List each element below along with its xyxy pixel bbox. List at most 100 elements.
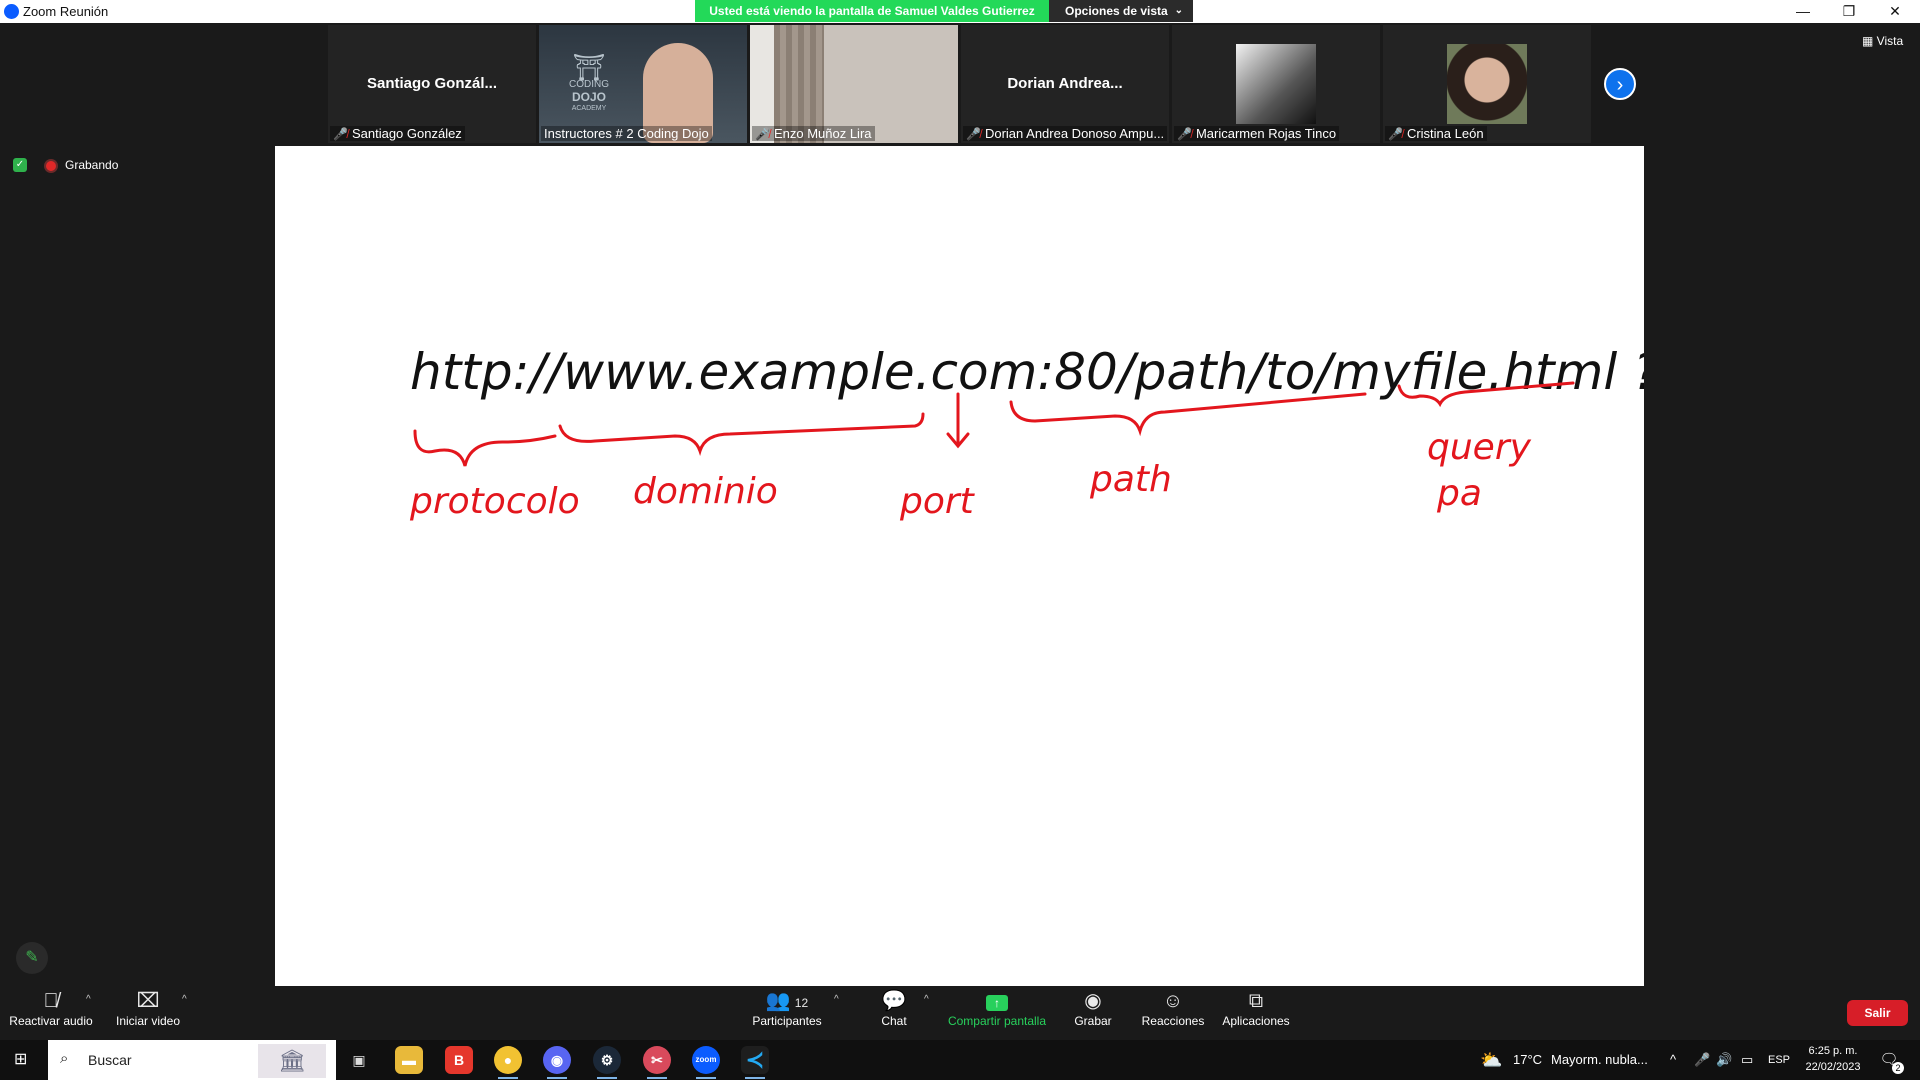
weather-icon[interactable]: ⛅ — [1480, 1040, 1502, 1080]
participant-tile[interactable]: Santiago Gonzál... 🎤̸ Santiago González — [328, 25, 536, 143]
participant-name-bar: 🎤̸ Maricarmen Rojas Tinco — [1174, 126, 1340, 141]
notification-center-icon[interactable]: 🗨 2 — [1878, 1050, 1904, 1074]
participant-name-bar: Instructores # 2 Coding Dojo — [541, 126, 712, 141]
participant-name: Santiago González — [351, 126, 462, 141]
chat-options-caret[interactable]: ^ — [924, 994, 929, 1005]
whiteboard-canvas: http://www.example.com:80/path/to/myfile… — [409, 343, 1644, 522]
share-icon-wrap: ↑ — [944, 988, 1050, 1014]
participants-button[interactable]: 👥 12 Participantes ^ — [745, 988, 838, 1028]
participant-name-bar: 🎤̸ Cristina León — [1385, 126, 1487, 141]
muted-mic-icon: 🎤̸ — [755, 127, 770, 141]
logo-text-big: DOJO — [571, 90, 606, 104]
audio-options-caret[interactable]: ^ — [86, 994, 91, 1005]
participant-tile[interactable]: 🎤̸ Enzo Muñoz Lira — [750, 25, 958, 143]
clock-date: 22/02/2023 — [1805, 1061, 1861, 1073]
participant-name-bar: 🎤̸ Enzo Muñoz Lira — [752, 126, 875, 141]
view-button-label: Vista — [1876, 34, 1904, 48]
taskbar-search-placeholder: Buscar — [88, 1052, 132, 1068]
participant-filmstrip: Santiago Gonzál... 🎤̸ Santiago González ⛩… — [328, 25, 1592, 143]
unmute-audio-label: Reactivar audio — [9, 1014, 93, 1028]
muted-mic-icon: 🎤̸ — [1388, 127, 1403, 141]
unmute-audio-button[interactable]: 🎙̸ Reactivar audio ^ — [6, 988, 96, 1028]
label-query-params: pa — [1436, 473, 1482, 514]
microphone-tray-icon[interactable]: 🎤 — [1694, 1040, 1710, 1080]
label-dominio: dominio — [633, 471, 778, 512]
chat-button[interactable]: 💬 Chat ^ — [874, 988, 928, 1028]
chevron-right-icon: › — [1616, 74, 1624, 96]
search-highlight-image: 🏛 — [258, 1044, 326, 1078]
apps-label: Aplicaciones — [1222, 1014, 1290, 1028]
taskbar-search-box[interactable]: ⌕ Buscar 🏛 — [48, 1040, 336, 1080]
domain-brace — [558, 412, 925, 457]
participant-name: Maricarmen Rojas Tinco — [1195, 126, 1337, 141]
muted-mic-icon: 🎤̸ — [966, 127, 981, 141]
weather-description[interactable]: Mayorm. nubla... — [1551, 1040, 1648, 1080]
participant-name: Cristina León — [1406, 126, 1484, 141]
label-query: query — [1427, 427, 1532, 468]
next-page-button[interactable]: › — [1604, 68, 1636, 100]
participants-options-caret[interactable]: ^ — [834, 994, 839, 1005]
steam-icon[interactable]: ⚙ — [593, 1046, 621, 1079]
close-window-button[interactable]: ✕ — [1872, 0, 1918, 22]
vscode-icon[interactable]: ≺ — [741, 1046, 769, 1079]
view-options-label: Opciones de vista — [1065, 4, 1168, 18]
coding-dojo-logo: ⛩ CODING DOJO ACADEMY — [567, 54, 611, 112]
chrome-icon[interactable]: ● — [494, 1046, 522, 1079]
taskbar-clock[interactable]: 6:25 p. m. 22/02/2023 — [1800, 1043, 1866, 1075]
windows-start-icon[interactable]: ⊞ — [14, 1052, 30, 1068]
share-screen-icon: ↑ — [986, 995, 1008, 1011]
leave-meeting-button[interactable]: Salir — [1847, 1000, 1908, 1026]
label-path: path — [1089, 459, 1172, 500]
input-language[interactable]: ESP — [1768, 1040, 1790, 1080]
grid-icon: ▦ — [1862, 34, 1877, 48]
reactions-label: Reacciones — [1141, 1014, 1205, 1028]
muted-mic-icon: 🎤̸ — [333, 127, 348, 141]
view-button[interactable]: ▦ Vista — [1862, 34, 1903, 48]
minimize-button[interactable]: — — [1780, 0, 1826, 22]
annotate-pen-button[interactable]: ✎ — [16, 942, 48, 974]
reactions-button[interactable]: ☺ Reacciones — [1140, 988, 1206, 1028]
task-view-icon[interactable]: ▣ — [345, 1046, 373, 1074]
start-video-button[interactable]: ⌧ Iniciar video ^ — [110, 988, 187, 1028]
participant-display-name: Santiago Gonzál... — [366, 75, 497, 92]
label-port: port — [899, 481, 976, 522]
file-explorer-icon[interactable]: ▬ — [395, 1046, 423, 1074]
share-screen-button[interactable]: ↑ Compartir pantalla — [944, 988, 1050, 1028]
zoom-taskbar-icon[interactable]: zoom — [692, 1046, 720, 1079]
search-icon: ⌕ — [60, 1050, 69, 1067]
participant-tile[interactable]: 🎤̸ Cristina León — [1383, 25, 1591, 143]
participant-name: Enzo Muñoz Lira — [773, 126, 872, 141]
view-options-button[interactable]: Opciones de vista ⌄ — [1049, 0, 1193, 22]
share-screen-label: Compartir pantalla — [947, 1014, 1047, 1028]
muted-mic-icon: 🎙̸ — [43, 990, 59, 1012]
video-options-caret[interactable]: ^ — [182, 994, 187, 1005]
participant-tile-active-speaker[interactable]: ⛩ CODING DOJO ACADEMY Instructores # 2 C… — [539, 25, 747, 143]
apps-icon: ⧉ — [1248, 990, 1264, 1012]
tray-overflow-chevron-icon[interactable]: ^ — [1670, 1040, 1676, 1080]
restore-button[interactable]: ❐ — [1826, 0, 1872, 22]
weather-temperature[interactable]: 17°C — [1513, 1040, 1542, 1080]
record-button[interactable]: ◉ Grabar — [1069, 988, 1117, 1028]
network-icon[interactable]: ▭ — [1741, 1040, 1753, 1080]
snipping-tool-icon[interactable]: ✂ — [643, 1046, 671, 1079]
participant-name: Instructores # 2 Coding Dojo — [544, 126, 709, 141]
chat-label: Chat — [881, 1014, 907, 1028]
brave-browser-icon[interactable]: B — [445, 1046, 473, 1074]
volume-icon[interactable]: 🔊 — [1716, 1040, 1732, 1080]
recording-icon — [46, 161, 56, 171]
participants-count: 12 — [794, 996, 809, 1010]
security-shield-icon[interactable]: ✓ — [13, 158, 27, 172]
apps-button[interactable]: ⧉ Aplicaciones — [1220, 988, 1292, 1028]
participant-tile[interactable]: Dorian Andrea... 🎤̸ Dorian Andrea Donoso … — [961, 25, 1169, 143]
port-arrow — [946, 392, 970, 449]
muted-mic-icon: 🎤̸ — [1177, 127, 1192, 141]
reactions-icon: ☺ — [1162, 990, 1184, 1012]
participant-name-bar: 🎤̸ Santiago González — [330, 126, 465, 141]
participant-tile[interactable]: 🎤̸ Maricarmen Rojas Tinco — [1172, 25, 1380, 143]
participants-label: Participantes — [752, 1014, 822, 1028]
logo-text-sub: ACADEMY — [571, 105, 607, 112]
start-video-label: Iniciar video — [115, 1014, 181, 1028]
discord-icon[interactable]: ◉ — [543, 1046, 571, 1079]
zoom-app-icon — [4, 4, 19, 19]
participant-name-bar: 🎤̸ Dorian Andrea Donoso Ampu... — [963, 126, 1168, 141]
